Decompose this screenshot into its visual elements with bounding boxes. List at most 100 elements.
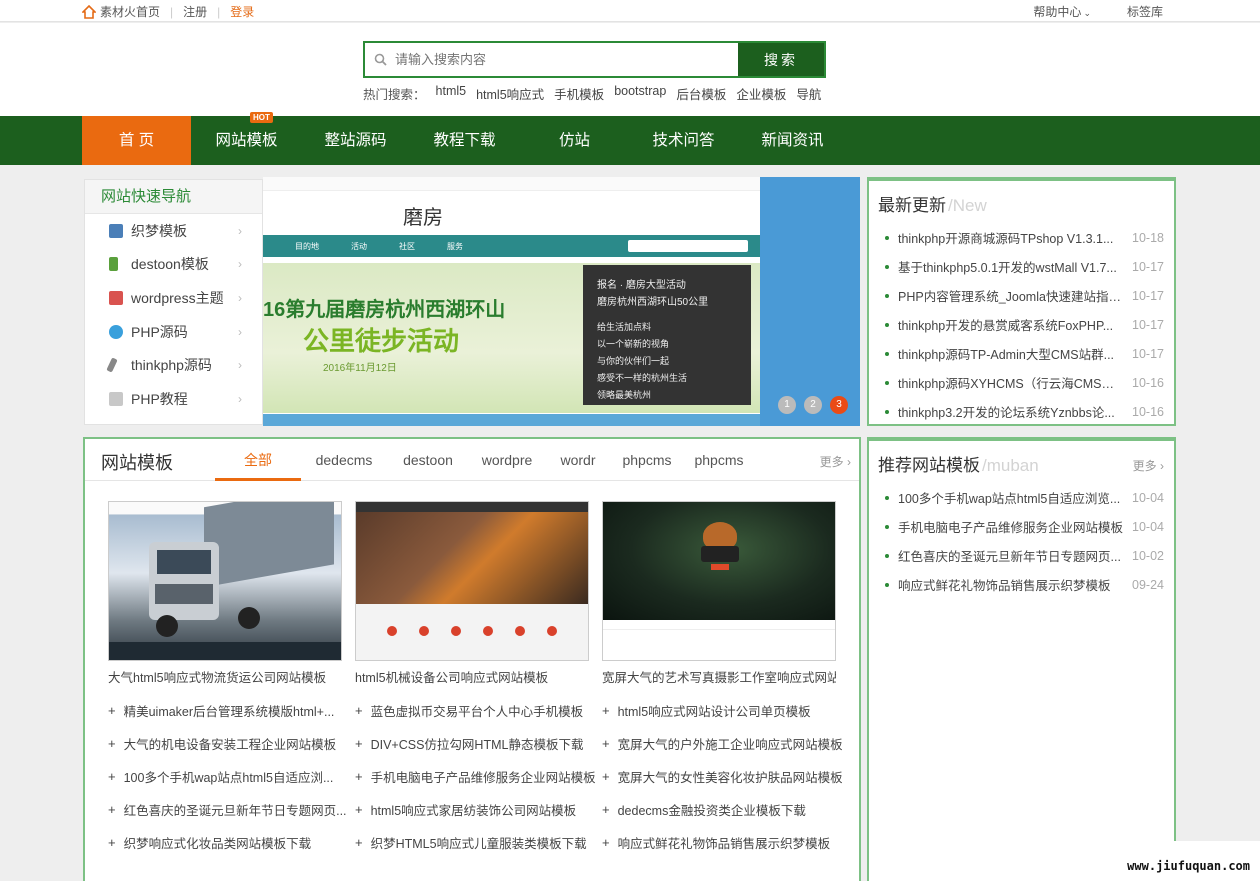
templates-more-link[interactable]: 更多 › (820, 453, 851, 470)
template-card[interactable]: html5机械设备公司响应式网站模板 (355, 501, 589, 686)
plus-icon: + (602, 802, 610, 817)
template-thumbnail[interactable] (108, 501, 342, 661)
register-link[interactable]: 注册 (183, 3, 207, 20)
list-item[interactable]: thinkphp开发的悬赏威客系统FoxPHP... 10-17 (869, 310, 1174, 339)
recommend-title-text: 推荐网站模板 (878, 456, 980, 475)
nav-home[interactable]: 首 页 (82, 116, 191, 165)
tab-phpcms[interactable]: phpcms (611, 439, 683, 481)
top-bar-right: 帮助中心 ⌄ 标签库 (997, 3, 1163, 20)
list-item-date: 09-24 (1132, 577, 1164, 592)
list-item-title: thinkphp源码XYHCMS（行云海CMS）... (898, 377, 1124, 391)
list-item[interactable]: + 精美uimaker后台管理系统模版html+... (108, 694, 348, 727)
template-card-title[interactable]: 宽屏大气的艺术写真摄影工作室响应式网站 (602, 667, 836, 686)
banner-date: 2016年11月12日 (323, 363, 397, 374)
list-item[interactable]: + html5响应式网站设计公司单页模板 (602, 694, 842, 727)
tab-dedecms[interactable]: dedecms (301, 439, 387, 481)
list-item[interactable]: thinkphp开源商城源码TPshop V1.3.1... 10-18 (869, 223, 1174, 252)
quick-nav-item-thinkphp[interactable]: thinkphp源码 › (85, 348, 262, 382)
list-item[interactable]: + 蓝色虚拟币交易平台个人中心手机模板 (355, 694, 595, 727)
carousel-dot-active[interactable]: 3 (830, 396, 848, 414)
list-item[interactable]: thinkphp源码TP-Admin大型CMS站群... 10-17 (869, 339, 1174, 368)
banner-nav-item: 社区 (399, 241, 415, 251)
nav-news[interactable]: 新闻资讯 (738, 116, 847, 165)
quick-nav-item-wordpress[interactable]: wordpress主题 › (85, 281, 262, 315)
nav-qa[interactable]: 技术问答 (629, 116, 738, 165)
quick-nav-item-dedecms[interactable]: 织梦模板 › (85, 214, 262, 248)
bullet (885, 293, 889, 298)
carousel-dot[interactable]: 2 (804, 396, 822, 414)
tab-wordpress-2[interactable]: wordr (545, 439, 611, 481)
list-item[interactable]: + dedecms金融投资类企业模板下载 (602, 793, 842, 826)
template-card[interactable]: 大气html5响应式物流货运公司网站模板 (108, 501, 342, 686)
nav-templates[interactable]: 网站模板 (192, 116, 301, 165)
list-item[interactable]: +100多个手机wap站点html5自适应浏... (108, 760, 348, 793)
hot-search-item[interactable]: html5响应式 (476, 84, 544, 103)
tab-all[interactable]: 全部 (215, 439, 301, 481)
quick-nav-item-destoon[interactable]: destoon模板 › (85, 248, 262, 282)
list-item[interactable]: 100多个手机wap站点html5自适应浏览... 10-04 (869, 483, 1174, 512)
list-item[interactable]: 基于thinkphp5.0.1开发的wstMall V1.7... 10-17 (869, 252, 1174, 281)
carousel-dot[interactable]: 1 (778, 396, 796, 414)
list-item[interactable]: + 大气的机电设备安装工程企业网站模板 (108, 727, 348, 760)
hot-search-item[interactable]: 后台模板 (676, 84, 726, 103)
banner-nav-item: 活动 (351, 241, 367, 251)
latest-title-en: /New (948, 196, 987, 215)
list-item-date: 10-17 (1132, 259, 1164, 274)
help-center-link[interactable]: 帮助中心 ⌄ (1033, 3, 1091, 20)
list-item-title: 100多个手机wap站点html5自适应浏览... (898, 492, 1121, 506)
quick-nav-label: PHP教程 (131, 390, 188, 407)
search-button[interactable]: 搜索 (738, 43, 824, 76)
list-item-date: 10-17 (1132, 346, 1164, 361)
quick-nav-item-php[interactable]: PHP源码 › (85, 315, 262, 349)
template-card[interactable]: 宽屏大气的艺术写真摄影工作室响应式网站 (602, 501, 836, 686)
list-item-title: 红色喜庆的圣诞元旦新年节日专题网页... (123, 804, 347, 818)
tags-link[interactable]: 标签库 (1127, 3, 1163, 20)
hot-search-item[interactable]: bootstrap (614, 84, 666, 103)
list-item[interactable]: 手机电脑电子产品维修服务企业网站模板 10-04 (869, 512, 1174, 541)
hot-search-item[interactable]: 企业模板 (736, 84, 786, 103)
tab-wordpress[interactable]: wordpre (469, 439, 545, 481)
template-thumbnail[interactable] (602, 501, 836, 661)
popup-title: 报名 · 磨房大型活动 (597, 280, 686, 291)
list-item[interactable]: + 宽屏大气的户外施工企业响应式网站模板 (602, 727, 842, 760)
list-item[interactable]: + html5响应式家居纺装饰公司网站模板 (355, 793, 595, 826)
banner-carousel[interactable]: 磨房 目的地 活动 社区 服务 16第九届磨房杭州西湖环山 公里徒步活动 201… (263, 177, 860, 426)
list-item[interactable]: + DIV+CSS仿拉勾网HTML静态模板下载 (355, 727, 595, 760)
list-item[interactable]: + 织梦响应式化妆品类网站模板下载 (108, 826, 348, 859)
nav-clone[interactable]: 仿站 (520, 116, 629, 165)
tab-phpcms-2[interactable]: phpcms (683, 439, 755, 481)
list-item[interactable]: + 织梦HTML5响应式儿童服装类模板下载 (355, 826, 595, 859)
hot-search-item[interactable]: 导航 (796, 84, 821, 103)
list-item-date: 10-17 (1132, 317, 1164, 332)
nav-tutorials[interactable]: 教程下载 (410, 116, 519, 165)
home-icon (82, 4, 96, 19)
tab-destoon[interactable]: destoon (387, 439, 469, 481)
template-card-title[interactable]: html5机械设备公司响应式网站模板 (355, 667, 589, 686)
list-item[interactable]: 响应式鲜花礼物饰品销售展示织梦模板 09-24 (869, 570, 1174, 599)
login-link[interactable]: 登录 (230, 3, 254, 20)
template-card-title[interactable]: 大气html5响应式物流货运公司网站模板 (108, 667, 342, 686)
more-label: 更多 (819, 455, 844, 469)
nav-source[interactable]: 整站源码 (301, 116, 410, 165)
quick-nav-item-php-tutorial[interactable]: PHP教程 › (85, 382, 262, 416)
list-item-title: 红色喜庆的圣诞元旦新年节日专题网页... (898, 550, 1121, 564)
list-item[interactable]: 红色喜庆的圣诞元旦新年节日专题网页... 10-02 (869, 541, 1174, 570)
hot-search-item[interactable]: html5 (436, 84, 467, 103)
list-item[interactable]: thinkphp3.2开发的论坛系统Yznbbs论... 10-16 (869, 397, 1174, 426)
bullet (885, 553, 889, 558)
home-link[interactable]: 素材火首页 (100, 3, 160, 20)
template-thumbnail[interactable] (355, 501, 589, 661)
recommend-more-link[interactable]: 更多 › (1133, 457, 1164, 474)
quick-nav: 网站快速导航 织梦模板 › destoon模板 › wordpress主题 › … (84, 179, 263, 425)
quick-nav-label: wordpress主题 (131, 289, 224, 306)
plus-icon: + (602, 703, 610, 718)
latest-panel: 最新更新/New thinkphp开源商城源码TPshop V1.3.1... 1… (867, 177, 1176, 426)
list-item[interactable]: + 宽屏大气的女性美容化妆护肤品网站模板 (602, 760, 842, 793)
list-item[interactable]: PHP内容管理系统_Joomla快速建站指南... 10-17 (869, 281, 1174, 310)
hot-search-item[interactable]: 手机模板 (554, 84, 604, 103)
search-input[interactable] (395, 43, 738, 76)
list-item[interactable]: + 响应式鲜花礼物饰品销售展示织梦模板 (602, 826, 842, 859)
list-item[interactable]: + 手机电脑电子产品维修服务企业网站模板 (355, 760, 595, 793)
list-item[interactable]: thinkphp源码XYHCMS（行云海CMS）... 10-16 (869, 368, 1174, 397)
list-item[interactable]: + 红色喜庆的圣诞元旦新年节日专题网页... (108, 793, 348, 826)
